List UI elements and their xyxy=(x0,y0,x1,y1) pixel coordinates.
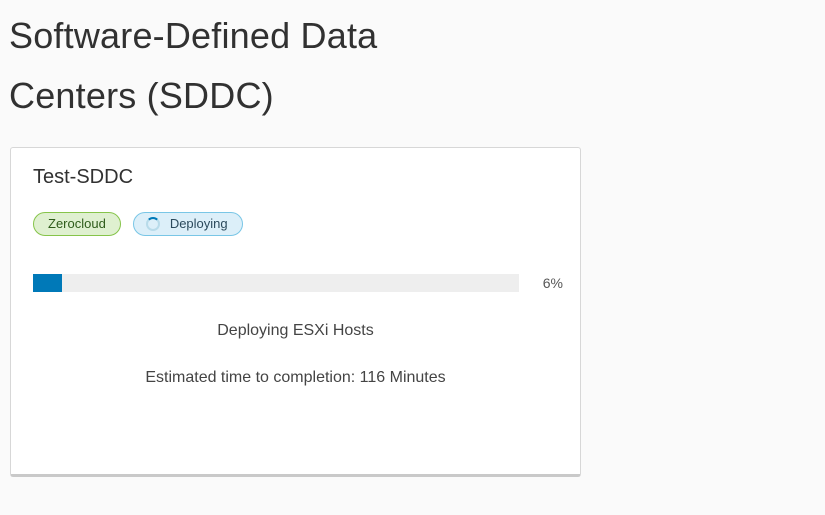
spinner-icon xyxy=(145,217,160,231)
sddc-name: Test-SDDC xyxy=(33,166,134,188)
status-badge: Deploying xyxy=(132,212,243,236)
progress-percent: 6% xyxy=(542,275,563,291)
progress-bar xyxy=(33,274,519,292)
progress-row: 6% xyxy=(33,274,563,292)
provider-badge-label: Zerocloud xyxy=(48,216,106,231)
page-title: Software-Defined Data Centers (SDDC) xyxy=(9,15,378,116)
badge-group: Zerocloud Deploying xyxy=(33,212,243,236)
status-message: Deploying ESXi Hosts xyxy=(217,322,374,339)
provider-badge: Zerocloud xyxy=(33,212,121,236)
eta-message: Estimated time to completion: 116 Minute… xyxy=(145,369,446,386)
status-badge-label: Deploying xyxy=(169,216,228,231)
progress-fill xyxy=(33,274,63,292)
sddc-card[interactable]: Test-SDDC Zerocloud Deploying 6% Deployi… xyxy=(10,147,581,477)
